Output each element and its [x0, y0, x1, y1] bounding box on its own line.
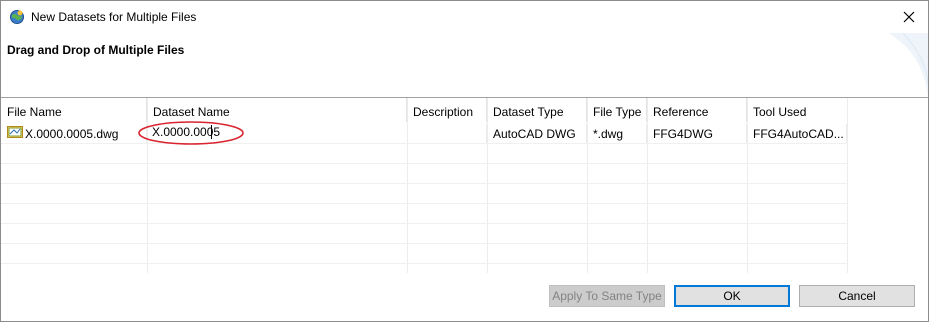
table-row-empty — [1, 144, 848, 164]
reference-cell[interactable]: FFG4DWG — [647, 124, 747, 143]
column-header-description[interactable]: Description — [407, 98, 487, 122]
dialog-footer: Apply To Same Type OK Cancel — [1, 273, 928, 321]
column-header-dataset-type[interactable]: Dataset Type — [487, 98, 587, 122]
table-row-empty — [1, 184, 848, 204]
dialog-header: Drag and Drop of Multiple Files — [1, 33, 928, 97]
table-row-empty — [1, 164, 848, 184]
title-bar: New Datasets for Multiple Files — [1, 1, 928, 33]
header-title: Drag and Drop of Multiple Files — [7, 43, 185, 57]
table-row-empty — [1, 204, 848, 224]
window-title: New Datasets for Multiple Files — [31, 10, 197, 24]
header-decoration — [888, 33, 928, 97]
dataset-type-cell[interactable]: AutoCAD DWG — [487, 124, 587, 143]
table-row[interactable]: X.0000.0005.dwg AutoCAD DWG *.dwg FFG4DW… — [1, 124, 848, 144]
dialog-window: New Datasets for Multiple Files Drag and… — [0, 0, 929, 322]
file-type-cell[interactable]: *.dwg — [587, 124, 647, 143]
apply-to-same-type-button[interactable]: Apply To Same Type — [549, 285, 665, 307]
column-header-reference[interactable]: Reference — [647, 98, 747, 122]
ok-button[interactable]: OK — [674, 285, 790, 307]
close-icon — [903, 11, 915, 23]
column-header-file-type[interactable]: File Type — [587, 98, 647, 122]
file-name-cell[interactable]: X.0000.0005.dwg — [1, 124, 147, 143]
globe-app-icon — [9, 9, 25, 25]
description-cell[interactable] — [407, 124, 487, 143]
column-header-file-name[interactable]: File Name — [1, 98, 147, 122]
dwg-file-icon — [7, 125, 23, 143]
file-name-text: X.0000.0005.dwg — [25, 127, 119, 141]
highlight-ellipse — [138, 121, 244, 145]
table-row-empty — [1, 224, 848, 244]
cancel-button[interactable]: Cancel — [799, 285, 915, 307]
table-row-empty — [1, 244, 848, 264]
tool-used-cell[interactable]: FFG4AutoCAD... — [747, 124, 847, 143]
column-header-tool-used[interactable]: Tool Used — [747, 98, 848, 122]
column-header-dataset-name[interactable]: Dataset Name — [147, 98, 407, 122]
close-button[interactable] — [894, 3, 924, 31]
files-table: File Name Dataset Name Description Datas… — [1, 98, 928, 273]
